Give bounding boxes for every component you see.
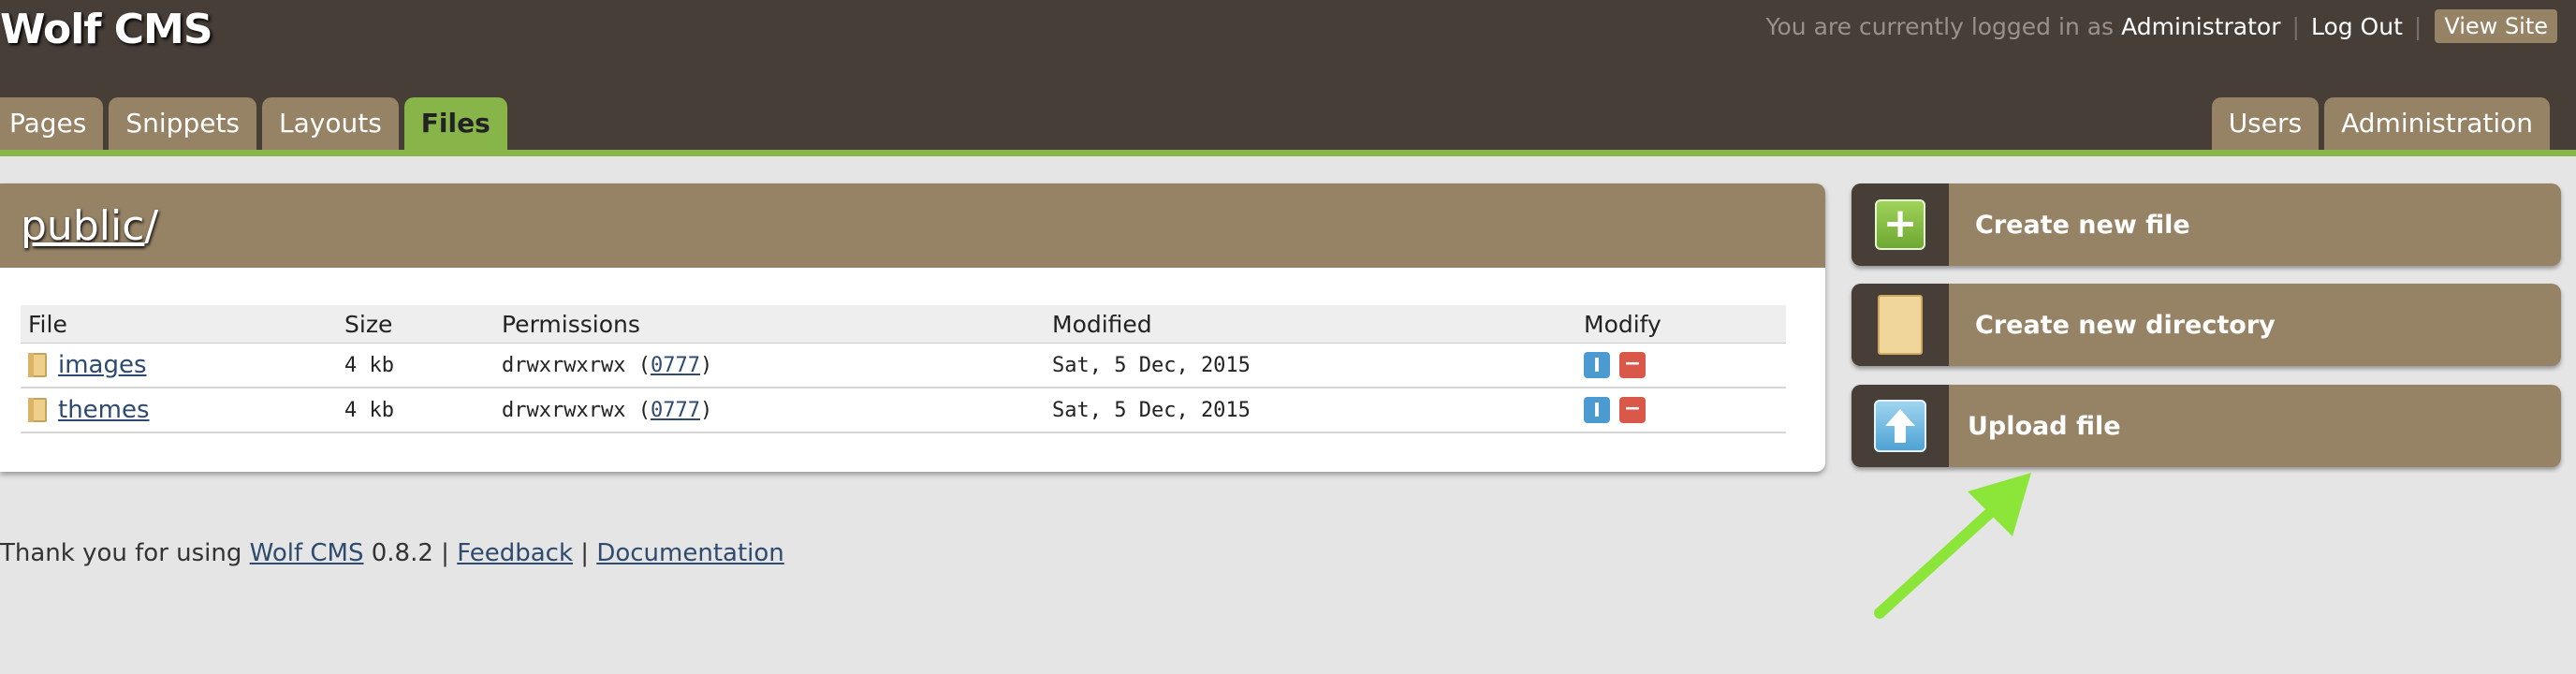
perm-string: drwxrwxrwx (502, 353, 626, 377)
footer: Thank you for using Wolf CMS 0.8.2 | Fee… (0, 539, 784, 567)
main-nav: Pages Snippets Layouts Files (0, 97, 507, 150)
file-size: 4 kb (337, 388, 494, 433)
file-link-images[interactable]: images (58, 351, 147, 379)
col-size: Size (337, 305, 494, 344)
logout-link[interactable]: Log Out (2311, 13, 2403, 40)
site-title[interactable]: Wolf CMS (0, 6, 213, 53)
path-breadcrumb: public/ (21, 202, 158, 250)
chmod-link[interactable]: 0777 (651, 354, 700, 377)
col-modified: Modified (1045, 305, 1576, 344)
delete-icon[interactable]: − (1619, 397, 1646, 423)
rename-icon[interactable]: I (1584, 397, 1610, 423)
tab-users[interactable]: Users (2211, 97, 2320, 150)
perm-string: drwxrwxrwx (502, 398, 626, 422)
upload-arrow-icon (1874, 400, 1926, 452)
create-file-label: Create new file (1975, 210, 2190, 240)
separator: | (2291, 12, 2300, 40)
file-modified: Sat, 5 Dec, 2015 (1045, 388, 1576, 433)
folder-icon (1878, 295, 1923, 355)
col-modify: Modify (1576, 305, 1786, 344)
footer-prefix: Thank you for using (0, 539, 242, 567)
create-directory-button[interactable]: Create new directory (1852, 284, 2561, 366)
path-link-public[interactable]: public (21, 202, 144, 250)
upload-file-button[interactable]: Upload file (1852, 385, 2561, 467)
file-permissions: drwxrwxrwx (0777) (494, 388, 1045, 433)
username-link[interactable]: Administrator (2121, 13, 2280, 40)
chmod-link[interactable]: 0777 (651, 399, 700, 422)
create-file-button[interactable]: + Create new file (1852, 183, 2561, 266)
view-site-button[interactable]: View Site (2435, 9, 2557, 43)
login-prefix: You are currently logged in as (1765, 12, 2115, 40)
file-manager-panel: public/ File Size Permissions Modified M… (0, 183, 1825, 472)
col-file: File (21, 305, 337, 344)
plus-icon: + (1875, 199, 1925, 250)
file-permissions: drwxrwxrwx (0777) (494, 343, 1045, 388)
create-directory-icon-wrap (1852, 284, 1949, 366)
wolfcms-link[interactable]: Wolf CMS (250, 539, 364, 567)
documentation-link[interactable]: Documentation (596, 539, 783, 567)
separator: | (2413, 12, 2422, 40)
footer-separator: | (441, 539, 449, 567)
feedback-link[interactable]: Feedback (457, 539, 573, 567)
header: Wolf CMS You are currently logged in as … (0, 0, 2576, 156)
table-row: themes 4 kb drwxrwxrwx (0777) Sat, 5 Dec… (21, 388, 1786, 433)
col-permissions: Permissions (494, 305, 1045, 344)
table-row: images 4 kb drwxrwxrwx (0777) Sat, 5 Dec… (21, 343, 1786, 388)
rename-icon[interactable]: I (1584, 352, 1610, 378)
delete-icon[interactable]: − (1619, 352, 1646, 378)
create-directory-label: Create new directory (1975, 310, 2276, 340)
upload-file-label: Upload file (1968, 411, 2121, 441)
annotation-arrow-icon (1874, 473, 2031, 619)
folder-icon (28, 353, 47, 377)
table-header-row: File Size Permissions Modified Modify (21, 305, 1786, 344)
path-separator: / (144, 201, 159, 250)
tab-layouts[interactable]: Layouts (262, 97, 399, 150)
tab-files[interactable]: Files (403, 97, 507, 150)
admin-nav: Users Administration (2211, 97, 2550, 150)
version: 0.8.2 (371, 539, 433, 567)
login-info: You are currently logged in as Administr… (1766, 9, 2557, 43)
file-size: 4 kb (337, 343, 494, 388)
panel-header: public/ (0, 183, 1825, 268)
tab-snippets[interactable]: Snippets (109, 97, 257, 150)
file-link-themes[interactable]: themes (58, 396, 150, 424)
file-table: File Size Permissions Modified Modify im… (21, 305, 1786, 433)
tab-administration[interactable]: Administration (2324, 97, 2550, 150)
folder-icon (28, 398, 47, 422)
footer-separator: | (580, 539, 590, 567)
upload-file-icon-wrap (1852, 385, 1949, 467)
file-modified: Sat, 5 Dec, 2015 (1045, 343, 1576, 388)
tab-pages[interactable]: Pages (0, 97, 104, 150)
create-file-icon-wrap: + (1852, 183, 1949, 266)
